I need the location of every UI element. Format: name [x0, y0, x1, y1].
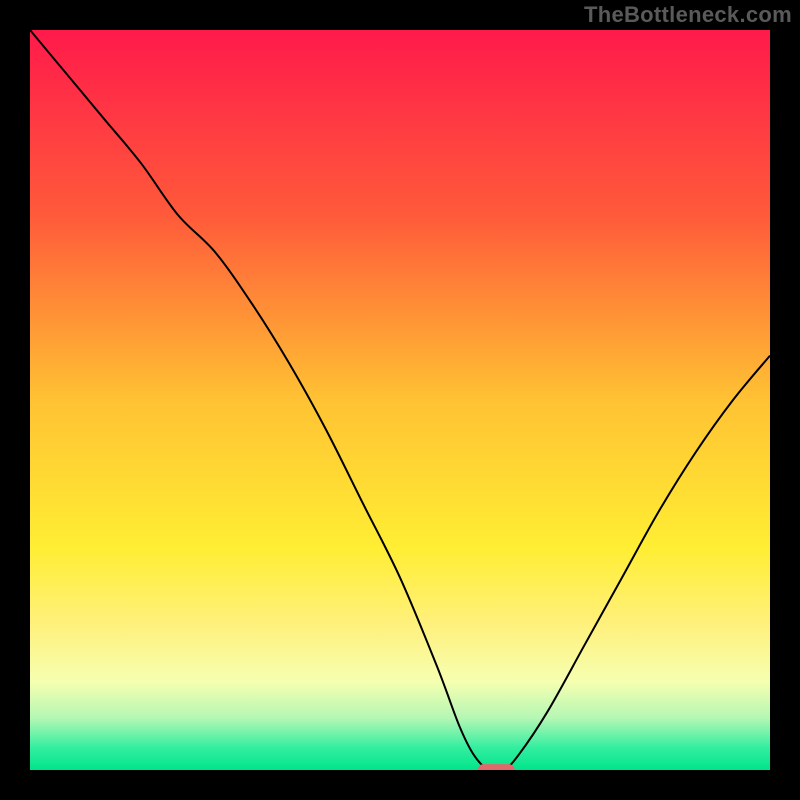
chart-svg	[30, 30, 770, 770]
plot-area	[30, 30, 770, 770]
gradient-background	[30, 30, 770, 770]
chart-frame: TheBottleneck.com	[0, 0, 800, 800]
watermark-text: TheBottleneck.com	[584, 2, 792, 28]
optimal-marker	[478, 764, 515, 770]
